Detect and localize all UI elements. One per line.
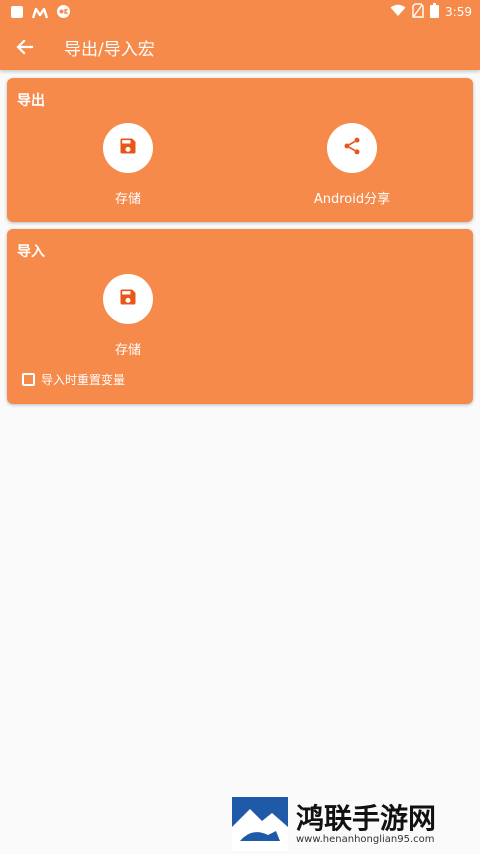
m-notification-icon xyxy=(31,4,49,23)
import-save-label: 存储 xyxy=(114,343,141,358)
page-title: 导出/导入宏 xyxy=(64,40,155,60)
wifi-icon xyxy=(390,4,406,20)
reset-variables-option[interactable]: 导入时重置变量 xyxy=(22,371,125,388)
ok-notification-icon xyxy=(56,4,71,23)
battery-icon xyxy=(430,3,440,21)
save-icon xyxy=(118,136,138,160)
system-icons: 3:59 xyxy=(390,3,472,21)
import-save-button[interactable] xyxy=(103,274,153,324)
watermark-title: 鸿联手游网 xyxy=(296,801,437,835)
watermark-text: 鸿联手游网 www.henanhonglian95.com xyxy=(296,801,437,845)
watermark-logo xyxy=(232,797,288,851)
status-bar: 3:59 xyxy=(0,0,480,24)
reset-variables-checkbox[interactable] xyxy=(22,373,35,386)
share-icon xyxy=(342,136,362,160)
reset-variables-label: 导入时重置变量 xyxy=(41,373,126,387)
app-bar: 导出/导入宏 xyxy=(0,24,480,70)
arrow-back-icon xyxy=(14,39,36,62)
app-notification-icon xyxy=(10,4,24,23)
notification-icons xyxy=(10,4,71,23)
export-save-button[interactable] xyxy=(103,123,153,173)
export-share-button[interactable] xyxy=(327,123,377,173)
import-card: 导入 存储 导入时重置变量 xyxy=(7,229,473,404)
watermark: 鸿联手游网 www.henanhonglian95.com xyxy=(232,796,476,852)
import-card-title: 导入 xyxy=(17,244,45,260)
watermark-url: www.henanhonglian95.com xyxy=(296,833,435,845)
export-card-title: 导出 xyxy=(17,93,45,109)
export-save-label: 存储 xyxy=(114,192,141,207)
status-time: 3:59 xyxy=(445,5,472,19)
export-share-label: Android分享 xyxy=(313,192,391,207)
export-card: 导出 存储 Android分享 xyxy=(7,78,473,222)
save-icon xyxy=(118,287,138,311)
no-sim-icon xyxy=(412,3,424,21)
back-button[interactable] xyxy=(14,36,36,58)
